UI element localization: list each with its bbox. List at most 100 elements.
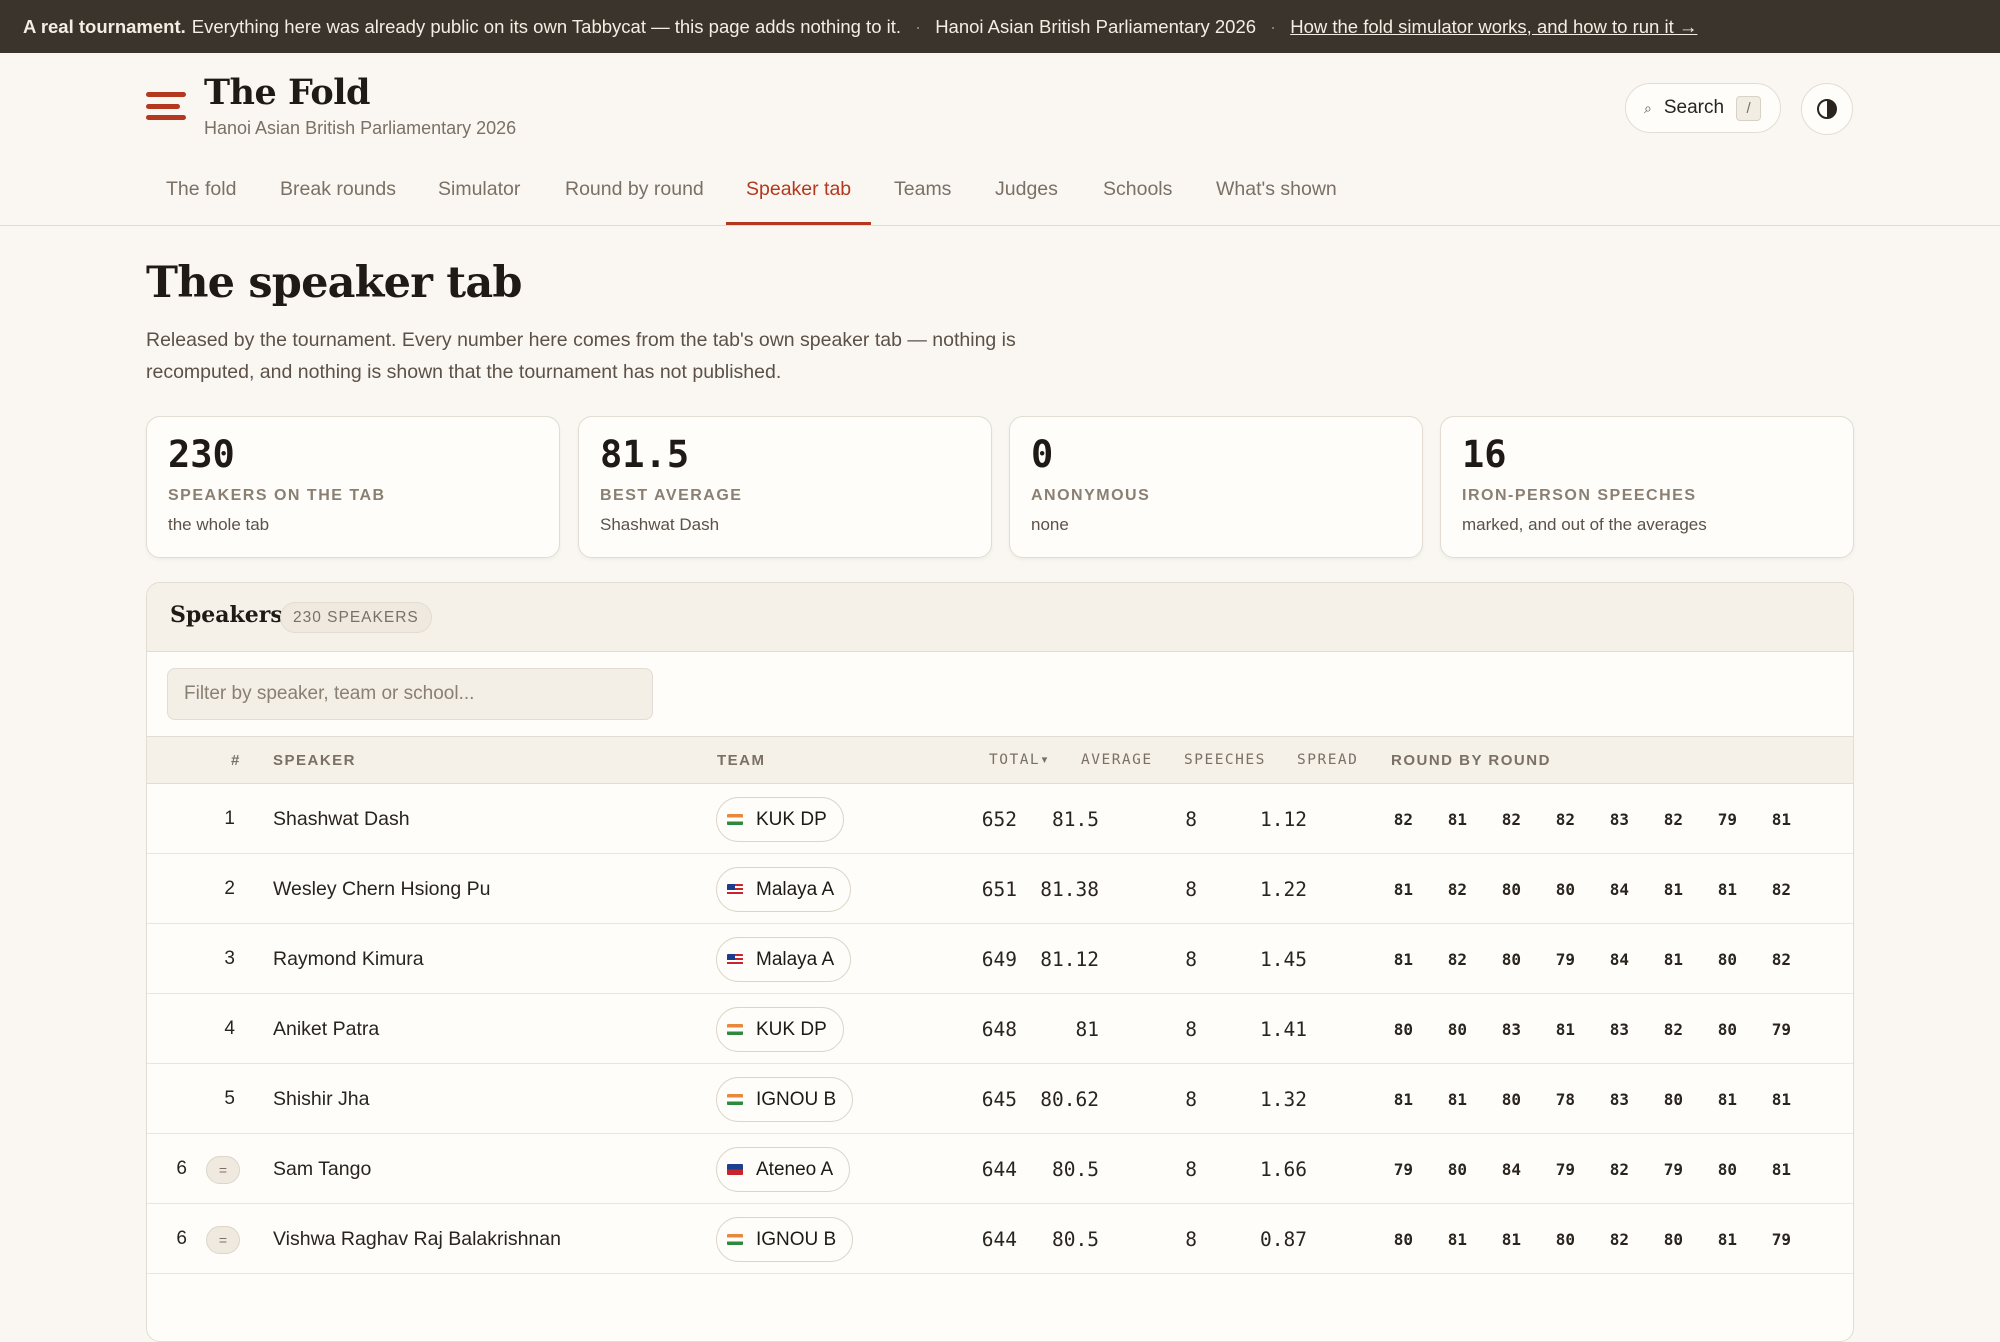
- col-total[interactable]: TOTAL▾: [989, 752, 1050, 768]
- rank-cell: 1: [224, 808, 235, 829]
- team-pill[interactable]: Ateneo A: [716, 1147, 851, 1192]
- round-score: 80: [1501, 879, 1521, 899]
- round-score: 82: [1447, 949, 1467, 969]
- site-title[interactable]: The Fold: [204, 72, 371, 113]
- round-score: 78: [1555, 1089, 1575, 1109]
- round-score: 79: [1555, 1159, 1575, 1179]
- tab-schools[interactable]: Schools: [1103, 178, 1172, 224]
- theme-toggle-button[interactable]: [1801, 83, 1853, 135]
- round-score: 80: [1393, 1229, 1413, 1249]
- round-score: 82: [1393, 809, 1413, 829]
- team-name: IGNOU B: [756, 1088, 837, 1110]
- tab-teams[interactable]: Teams: [894, 178, 951, 224]
- team-name: IGNOU B: [756, 1228, 837, 1250]
- round-score: 81: [1393, 879, 1413, 899]
- stat-note: none: [1031, 515, 1069, 534]
- team-pill[interactable]: Malaya A: [716, 867, 852, 912]
- menu-logo-icon[interactable]: [146, 92, 186, 120]
- contrast-icon: [1817, 99, 1837, 119]
- round-score: 80: [1501, 949, 1521, 969]
- speaker-name[interactable]: Wesley Chern Hsiong Pu: [273, 854, 693, 924]
- round-score: 79: [1771, 1019, 1791, 1039]
- speaker-name[interactable]: Raymond Kimura: [273, 924, 693, 994]
- col-average[interactable]: AVERAGE: [1081, 752, 1153, 768]
- table-row[interactable]: 1 Shashwat Dash KUK DP 652 81.5 8 1.12 82 81 82 82…: [147, 784, 1853, 854]
- speaker-name[interactable]: Sam Tango: [273, 1134, 693, 1204]
- speeches-cell: 8: [1185, 947, 1197, 971]
- round-score: 80: [1663, 1229, 1683, 1249]
- round-score: 81: [1663, 879, 1683, 899]
- round-score: 82: [1771, 949, 1791, 969]
- stat-label: BEST AVERAGE: [600, 487, 743, 504]
- speaker-name[interactable]: Aniket Patra: [273, 994, 693, 1064]
- team-pill[interactable]: Malaya A: [716, 937, 852, 982]
- speaker-name[interactable]: Shashwat Dash: [273, 784, 693, 854]
- team-pill[interactable]: KUK DP: [716, 797, 844, 842]
- spread-cell: 1.66: [1260, 1157, 1307, 1181]
- round-score: 83: [1609, 809, 1629, 829]
- total-cell: 645: [981, 1087, 1017, 1111]
- speaker-name[interactable]: Vishwa Raghav Raj Balakrishnan: [273, 1204, 693, 1274]
- tab-break-rounds[interactable]: Break rounds: [280, 178, 396, 224]
- table-row[interactable]: 6 = Vishwa Raghav Raj Balakrishnan IGNOU B 6…: [147, 1204, 1853, 1274]
- notice-banner: A real tournament. Everything here was a…: [0, 0, 2000, 53]
- round-score: 82: [1771, 879, 1791, 899]
- col-rank[interactable]: #: [231, 752, 241, 769]
- table-row[interactable]: 2 Wesley Chern Hsiong Pu Malaya A 651 81.38 8…: [147, 854, 1853, 924]
- flag-india-icon: [727, 1024, 743, 1035]
- tab-simulator[interactable]: Simulator: [438, 178, 520, 224]
- round-score: 81: [1717, 1089, 1737, 1109]
- round-score: 81: [1447, 1229, 1467, 1249]
- round-score: 82: [1663, 1019, 1683, 1039]
- team-pill[interactable]: IGNOU B: [716, 1077, 854, 1122]
- search-shortcut-key: /: [1736, 95, 1762, 121]
- tab-speaker-tab[interactable]: Speaker tab: [725, 178, 872, 225]
- table-row[interactable]: 6 = Sam Tango Ateneo A 644 80.5 8 1.66 79 80 84 79 8…: [147, 1134, 1853, 1204]
- round-score: 80: [1717, 1019, 1737, 1039]
- speaker-count-badge: 230 SPEAKERS: [280, 602, 432, 633]
- round-score: 80: [1717, 949, 1737, 969]
- table-row[interactable]: 4 Aniket Patra KUK DP 648 81 8 1.41 80 80 83 81 83 8…: [147, 994, 1853, 1064]
- team-pill[interactable]: KUK DP: [716, 1007, 844, 1052]
- col-speaker[interactable]: SPEAKER: [273, 752, 356, 769]
- total-cell: 644: [981, 1157, 1017, 1181]
- stat-value: 81.5: [600, 433, 690, 476]
- round-score: 81: [1663, 949, 1683, 969]
- speaker-name[interactable]: Shishir Jha: [273, 1064, 693, 1134]
- table-header: # SPEAKER TEAM TOTAL▾ AVERAGE SPEECHES S…: [147, 736, 1853, 784]
- stat-note: Shashwat Dash: [600, 515, 720, 534]
- stat-label: IRON-PERSON SPEECHES: [1462, 487, 1697, 504]
- tab-judges[interactable]: Judges: [995, 178, 1058, 224]
- stat-value: 16: [1462, 433, 1507, 476]
- table-row[interactable]: 3 Raymond Kimura Malaya A 649 81.12 8 1.45 81 82…: [147, 924, 1853, 994]
- average-cell: 81.38: [1040, 877, 1099, 901]
- stat-label: ANONYMOUS: [1031, 487, 1151, 504]
- col-team[interactable]: TEAM: [717, 752, 766, 769]
- team-pill[interactable]: IGNOU B: [716, 1217, 854, 1262]
- banner-link[interactable]: How the fold simulator works, and how to…: [1290, 16, 1697, 38]
- speeches-cell: 8: [1185, 877, 1197, 901]
- tab-the-fold[interactable]: The fold: [166, 178, 236, 224]
- team-name: Malaya A: [756, 878, 835, 900]
- search-button[interactable]: ⌕ Search /: [1625, 83, 1781, 133]
- tab-whats-shown[interactable]: What's shown: [1216, 178, 1337, 224]
- round-score: 80: [1663, 1089, 1683, 1109]
- col-spread[interactable]: SPREAD: [1297, 752, 1358, 768]
- rank-cell: 2: [224, 878, 235, 899]
- tab-round-by-round[interactable]: Round by round: [565, 178, 704, 224]
- table-row[interactable]: 5 Shishir Jha IGNOU B 645 80.62 8 1.32 81 81 80 78…: [147, 1064, 1853, 1134]
- filter-input[interactable]: [167, 668, 653, 720]
- page-title: The speaker tab: [146, 258, 522, 308]
- speeches-cell: 8: [1185, 1087, 1197, 1111]
- col-speeches[interactable]: SPEECHES: [1184, 752, 1266, 768]
- round-score: 81: [1717, 879, 1737, 899]
- round-score: 79: [1663, 1159, 1683, 1179]
- round-score: 81: [1771, 1159, 1791, 1179]
- round-score: 82: [1501, 809, 1521, 829]
- total-cell: 649: [981, 947, 1017, 971]
- team-name: KUK DP: [756, 1018, 827, 1040]
- round-score: 81: [1501, 1229, 1521, 1249]
- round-score: 83: [1609, 1019, 1629, 1039]
- total-cell: 651: [981, 877, 1017, 901]
- search-label: Search: [1663, 97, 1725, 118]
